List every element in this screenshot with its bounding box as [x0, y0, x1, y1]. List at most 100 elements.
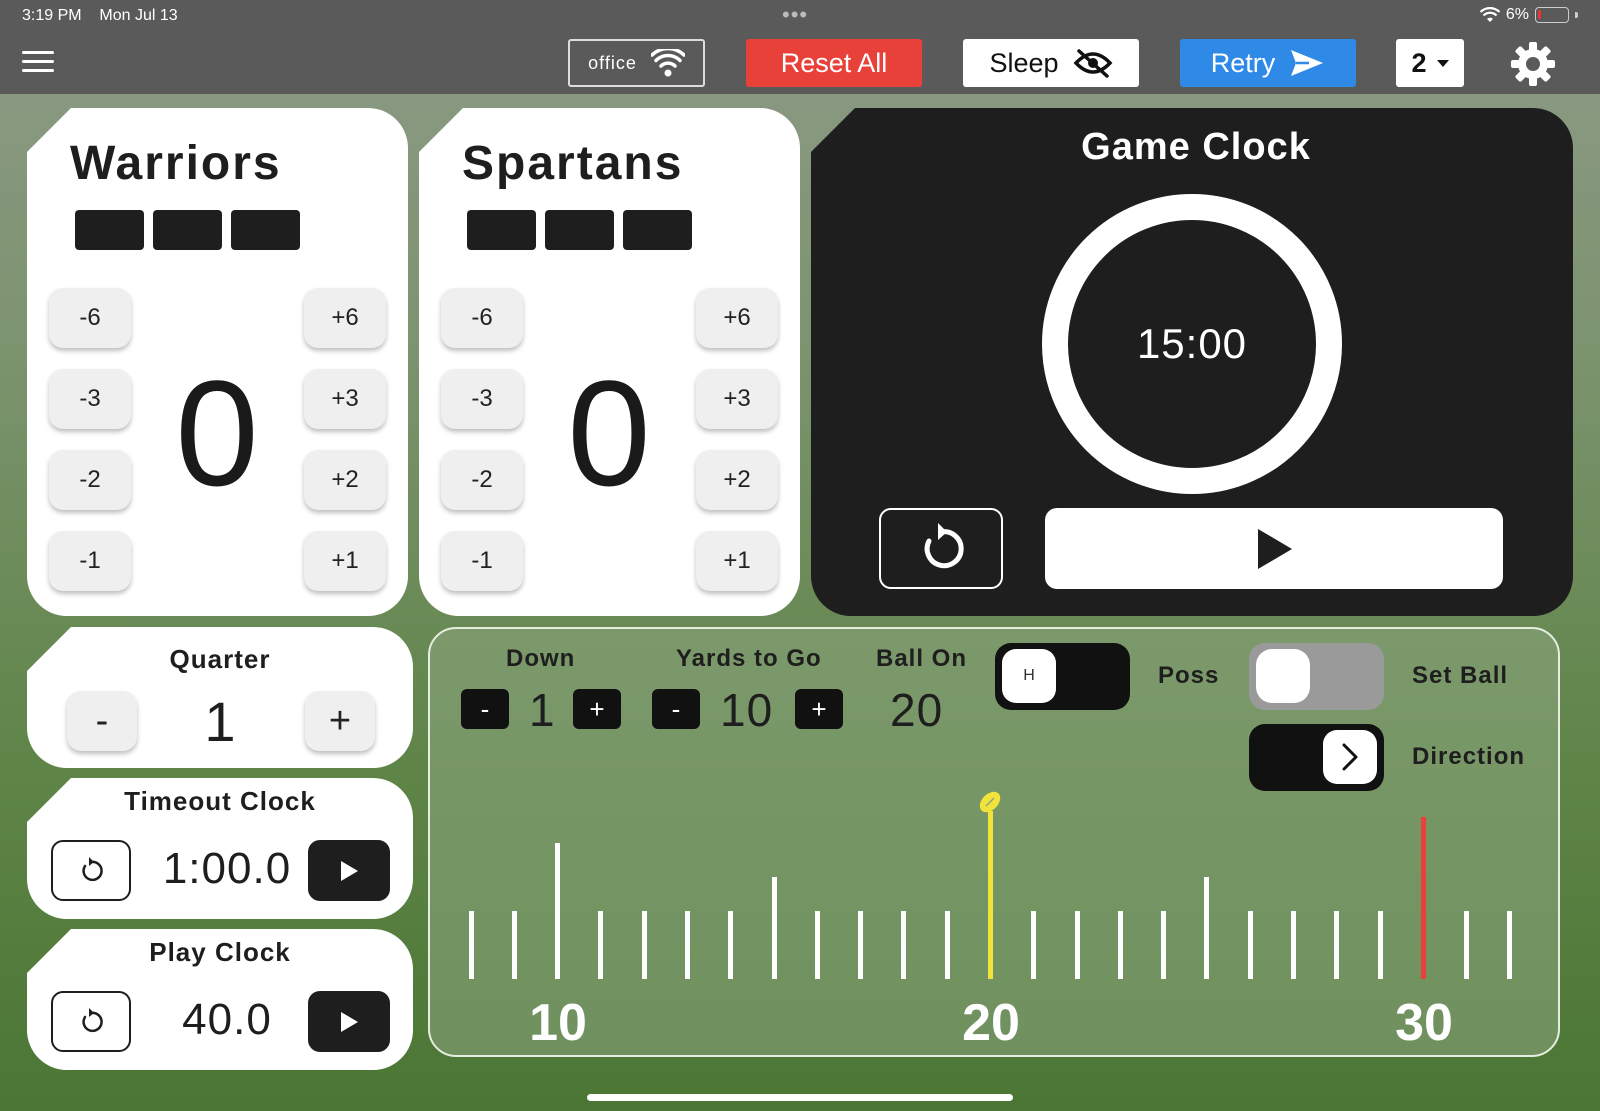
- status-indicators: 6%: [1479, 6, 1578, 24]
- score-plus-2-button[interactable]: +2: [304, 450, 386, 510]
- score-minus-2-button[interactable]: -2: [49, 450, 131, 510]
- team-name[interactable]: Warriors: [70, 136, 282, 191]
- menu-icon[interactable]: [22, 51, 54, 75]
- score-minus-3-button[interactable]: -3: [441, 369, 523, 429]
- timeout-clock-reset-button[interactable]: [51, 840, 131, 901]
- sleep-label: Sleep: [989, 47, 1059, 78]
- top-bar: 3:19 PM Mon Jul 13 ••• 6% office Reset A…: [0, 0, 1600, 94]
- wifi-status-icon: [1479, 7, 1500, 22]
- gear-icon[interactable]: [1510, 41, 1556, 87]
- reset-all-button[interactable]: Reset All: [746, 39, 922, 87]
- play-clock-title: Play Clock: [149, 937, 291, 967]
- play-icon: [341, 860, 358, 881]
- play-clock-reset-button[interactable]: [51, 991, 131, 1052]
- quarter-plus-button[interactable]: +: [305, 691, 375, 751]
- game-clock-play-button[interactable]: [1045, 508, 1503, 589]
- score-minus-2-button[interactable]: -2: [441, 450, 523, 510]
- yard-number-20: 20: [962, 994, 1020, 1052]
- multitask-dots[interactable]: •••: [782, 2, 808, 28]
- battery-percent: 6%: [1505, 6, 1529, 23]
- first-down-marker[interactable]: [1421, 817, 1426, 979]
- football-icon[interactable]: [977, 789, 1003, 815]
- network-button[interactable]: office: [568, 39, 705, 87]
- timeout-box[interactable]: [545, 210, 614, 250]
- yard-tick: [1031, 911, 1036, 979]
- timeout-clock-play-button[interactable]: [308, 840, 390, 901]
- eye-off-icon: [1073, 49, 1112, 78]
- yard-tick: [728, 911, 733, 979]
- yard-tick: [815, 911, 820, 979]
- quarter-minus-button[interactable]: -: [67, 691, 137, 751]
- yard-tick: [1378, 911, 1383, 979]
- timeout-box[interactable]: [467, 210, 536, 250]
- score-plus-6-button[interactable]: +6: [696, 288, 778, 348]
- game-clock-dial[interactable]: 15:00: [1042, 194, 1342, 494]
- score-minus-1-button[interactable]: -1: [49, 531, 131, 591]
- play-clock-play-button[interactable]: [308, 991, 390, 1052]
- home-indicator[interactable]: [587, 1094, 1013, 1101]
- timeout-clock-card: Timeout Clock 1:00.0: [27, 778, 413, 919]
- timeouts-indicator[interactable]: [75, 210, 300, 250]
- timeout-box[interactable]: [623, 210, 692, 250]
- retry-label: Retry: [1210, 47, 1276, 78]
- timeout-box[interactable]: [231, 210, 300, 250]
- quarter-title: Quarter: [169, 644, 271, 674]
- team-score: 0: [175, 349, 259, 517]
- team-card-away: Spartans -6 -3 -2 -1 +6 +3 +2 +1 0: [419, 108, 800, 616]
- yard-tick: [512, 911, 517, 979]
- score-plus-3-button[interactable]: +3: [304, 369, 386, 429]
- sleep-button[interactable]: Sleep: [963, 39, 1139, 87]
- score-minus-6-button[interactable]: -6: [49, 288, 131, 348]
- yard-tick: [1291, 911, 1296, 979]
- reset-icon: [924, 522, 964, 568]
- yard-number-10: 10: [529, 994, 587, 1052]
- play-icon: [341, 1011, 358, 1032]
- yard-number-30: 30: [1395, 994, 1453, 1052]
- score-plus-6-button[interactable]: +6: [304, 288, 386, 348]
- score-plus-2-button[interactable]: +2: [696, 450, 778, 510]
- yard-tick: [901, 911, 906, 979]
- retry-button[interactable]: Retry: [1180, 39, 1356, 87]
- quarter-card: Quarter - 1 +: [27, 627, 413, 768]
- team-score: 0: [567, 349, 651, 517]
- yard-tick-10: [555, 843, 560, 979]
- yard-tick: [1118, 911, 1123, 979]
- game-clock-time: 15:00: [1136, 320, 1248, 367]
- yard-tick: [685, 911, 690, 979]
- chevron-down-icon: [1436, 59, 1449, 67]
- ball-marker[interactable]: [988, 811, 993, 979]
- count-select[interactable]: 2: [1396, 39, 1464, 87]
- send-icon: [1291, 50, 1324, 76]
- team-card-home: Warriors -6 -3 -2 -1 +6 +3 +2 +1 0: [27, 108, 408, 616]
- yard-tick: [469, 911, 474, 979]
- play-clock-time: 40.0: [182, 995, 272, 1044]
- timeout-box[interactable]: [75, 210, 144, 250]
- yard-tick: [1334, 911, 1339, 979]
- yard-tick: [1464, 911, 1469, 979]
- yard-tick: [598, 911, 603, 979]
- timeouts-indicator[interactable]: [467, 210, 692, 250]
- team-name[interactable]: Spartans: [462, 136, 683, 191]
- network-label: office: [588, 52, 637, 73]
- play-clock-card: Play Clock 40.0: [27, 929, 413, 1070]
- timeout-clock-title: Timeout Clock: [124, 786, 316, 816]
- score-minus-3-button[interactable]: -3: [49, 369, 131, 429]
- score-minus-1-button[interactable]: -1: [441, 531, 523, 591]
- battery-icon: [1535, 7, 1569, 23]
- score-plus-1-button[interactable]: +1: [696, 531, 778, 591]
- game-clock-reset-button[interactable]: [879, 508, 1003, 589]
- field-panel: Down - 1 + Yards to Go - 10 + Ball On 20…: [428, 627, 1560, 1057]
- score-plus-3-button[interactable]: +3: [696, 369, 778, 429]
- reset-icon: [82, 856, 103, 881]
- score-plus-1-button[interactable]: +1: [304, 531, 386, 591]
- timeout-box[interactable]: [153, 210, 222, 250]
- game-clock-title: Game Clock: [1081, 126, 1311, 168]
- game-clock-card: Game Clock 15:00: [811, 108, 1573, 616]
- play-icon: [1258, 528, 1292, 569]
- yard-tick-15: [772, 877, 777, 979]
- score-minus-6-button[interactable]: -6: [441, 288, 523, 348]
- reset-icon: [82, 1007, 103, 1032]
- reset-all-label: Reset All: [780, 47, 888, 78]
- yard-tick-25: [1204, 877, 1209, 979]
- count-select-value: 2: [1411, 47, 1427, 78]
